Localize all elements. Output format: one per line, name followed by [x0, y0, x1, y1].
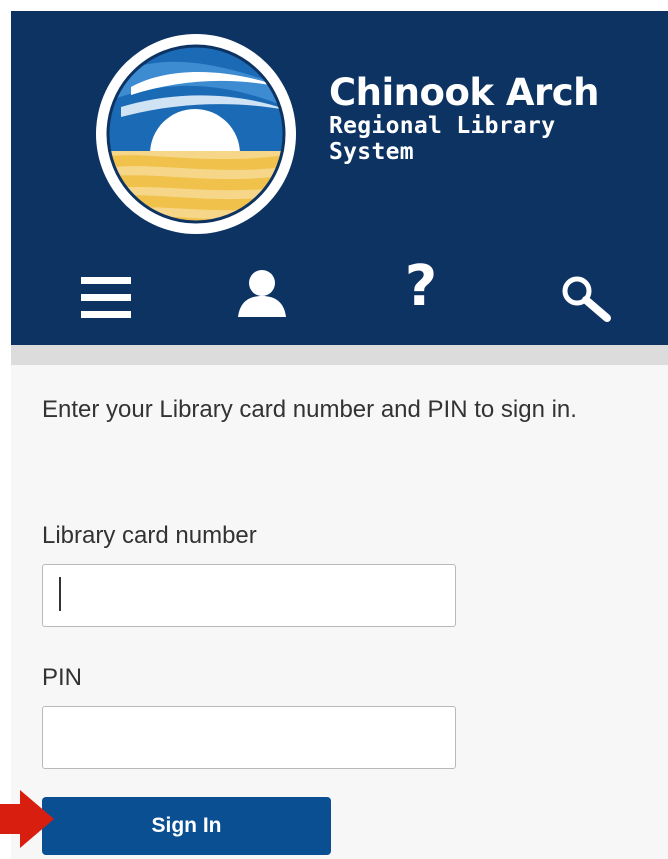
- brand-subtitle-line-2: System: [329, 139, 414, 165]
- help-icon[interactable]: ?: [399, 255, 443, 319]
- help-glyph: ?: [404, 254, 438, 319]
- brand-title: Chinook Arch: [329, 71, 600, 114]
- search-icon[interactable]: [559, 275, 615, 323]
- header-divider: [11, 345, 668, 365]
- login-card: Enter your Library card number and PIN t…: [11, 365, 668, 859]
- pointer-arrow-icon: [0, 790, 54, 848]
- brand-name: Chinook Arch Regional Library System: [329, 71, 600, 166]
- sign-in-button[interactable]: Sign In: [42, 797, 331, 855]
- menu-icon[interactable]: [79, 275, 135, 321]
- text-cursor: [59, 577, 61, 611]
- login-instructions: Enter your Library card number and PIN t…: [42, 396, 577, 423]
- card-number-label: Library card number: [42, 522, 257, 549]
- card-number-input[interactable]: [42, 564, 456, 627]
- pin-input[interactable]: [42, 706, 456, 769]
- account-icon[interactable]: [234, 269, 290, 319]
- library-logo[interactable]: [91, 29, 301, 239]
- pin-label: PIN: [42, 664, 83, 691]
- site-header: Chinook Arch Regional Library System ?: [11, 11, 668, 345]
- brand-subtitle-line-1: Regional Library: [329, 113, 556, 139]
